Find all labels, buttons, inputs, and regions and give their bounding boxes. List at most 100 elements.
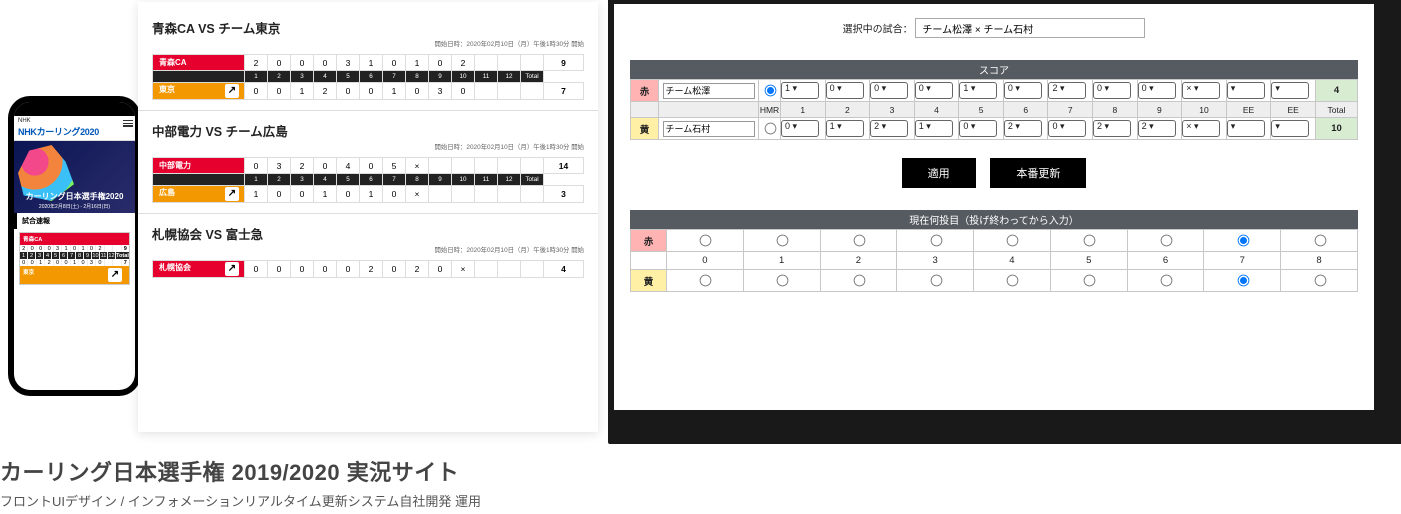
throw-number: 8 (1281, 252, 1358, 270)
score-select[interactable]: ▾ (1227, 120, 1265, 137)
throw-yellow-radio[interactable] (700, 275, 712, 287)
throw-red-radio[interactable] (854, 235, 866, 247)
game-title: 札幌協会 VS 富士急 (152, 224, 584, 243)
game-card: 札幌協会 VS 富士急開始日時：2020年02月10日（月）午後1時30分 開始… (152, 224, 584, 278)
desktop-score-panel: 青森CA VS チーム東京開始日時：2020年02月10日（月）午後1時30分 … (138, 2, 598, 432)
game-card: 青森CA VS チーム東京開始日時：2020年02月10日（月）午後1時30分 … (152, 18, 584, 100)
throw-yellow-radio[interactable] (1314, 275, 1326, 287)
end-label: 8 (1093, 102, 1138, 118)
end-label: Total (1316, 102, 1358, 118)
arrow-icon[interactable]: ↗ (108, 268, 122, 282)
score-select[interactable]: 0 ▾ (915, 82, 953, 99)
throw-red-radio[interactable] (700, 235, 712, 247)
team-name-input[interactable] (663, 121, 755, 137)
throw-yellow-radio[interactable] (1161, 275, 1173, 287)
end-label: 4 (914, 102, 959, 118)
hmr-radio[interactable] (765, 85, 777, 97)
throw-number: 5 (1050, 252, 1127, 270)
phone-nhk-small: NHK (18, 118, 131, 124)
team-name-input[interactable] (663, 83, 755, 99)
score-select[interactable]: × ▾ (1182, 120, 1220, 137)
score-section-header: スコア (630, 60, 1358, 79)
score-select[interactable]: 0 ▾ (826, 82, 864, 99)
throw-red-radio[interactable] (930, 235, 942, 247)
score-select[interactable]: 1 ▾ (959, 82, 997, 99)
throw-yellow-radio[interactable] (1084, 275, 1096, 287)
arrow-icon[interactable]: ↗ (225, 187, 239, 201)
phone-team-a: 青森CA (20, 233, 129, 245)
end-label: 5 (959, 102, 1004, 118)
throw-red-radio[interactable] (1007, 235, 1019, 247)
score-select[interactable]: 1 ▾ (826, 120, 864, 137)
throw-red-radio[interactable] (1237, 235, 1249, 247)
throw-yellow-radio[interactable] (854, 275, 866, 287)
end-label: 3 (870, 102, 915, 118)
score-select[interactable]: 0 ▾ (781, 120, 819, 137)
score-table: 札幌協会↗000002020×4 (152, 260, 584, 278)
throw-yellow-radio[interactable] (1237, 275, 1249, 287)
score-select[interactable]: 0 ▾ (870, 82, 908, 99)
throw-red-label: 赤 (631, 230, 667, 252)
color-label: 黄 (631, 118, 659, 140)
game-title: 青森CA VS チーム東京 (152, 18, 584, 37)
hmr-radio[interactable] (765, 123, 777, 135)
throw-yellow-radio[interactable] (1007, 275, 1019, 287)
color-label: 赤 (631, 80, 659, 102)
selected-game-label: 選択中の試合： (843, 25, 913, 36)
admin-panel-wrapper: 選択中の試合： スコア 赤1 ▾0 ▾0 ▾0 ▾1 ▾0 ▾2 ▾0 ▾0 ▾… (614, 4, 1398, 434)
score-select[interactable]: 0 ▾ (1048, 120, 1086, 137)
game-title: 中部電力 VS チーム広島 (152, 121, 584, 140)
end-label: 9 (1137, 102, 1182, 118)
score-select[interactable]: × ▾ (1182, 82, 1220, 99)
phone-team-b: 東京 ↗ (20, 266, 129, 284)
phone-hero-title: カーリング日本選手権2020 (26, 192, 124, 201)
throw-number: 1 (743, 252, 820, 270)
throw-yellow-radio[interactable] (930, 275, 942, 287)
phone-score-card[interactable]: 青森CA 20003101029 123456789101112Total 00… (19, 232, 130, 285)
score-select[interactable]: 1 ▾ (781, 82, 819, 99)
score-select[interactable]: 2 ▾ (1093, 120, 1131, 137)
admin-score-table: 赤1 ▾0 ▾0 ▾0 ▾1 ▾0 ▾2 ▾0 ▾0 ▾× ▾ ▾ ▾4 HMR… (630, 79, 1358, 140)
end-label: EE (1271, 102, 1316, 118)
throw-table: 赤 012345678 黄 (630, 229, 1358, 292)
phone-section-heading: 試合速報 (14, 213, 135, 229)
end-label: 7 (1048, 102, 1093, 118)
throw-red-radio[interactable] (1314, 235, 1326, 247)
score-select[interactable]: 2 ▾ (1138, 120, 1176, 137)
arrow-icon[interactable]: ↗ (225, 262, 239, 276)
score-table: 中部電力0320405×14123456789101112Total広島↗100… (152, 157, 584, 203)
publish-button[interactable]: 本番更新 (990, 158, 1086, 188)
score-select[interactable]: 0 ▾ (1138, 82, 1176, 99)
score-select[interactable]: 1 ▾ (915, 120, 953, 137)
end-label: EE (1226, 102, 1271, 118)
score-select[interactable]: 0 ▾ (959, 120, 997, 137)
score-select[interactable]: 2 ▾ (1004, 120, 1042, 137)
score-select[interactable]: 0 ▾ (1004, 82, 1042, 99)
score-select[interactable]: 0 ▾ (1093, 82, 1131, 99)
phone-hero-dates: 2020年2月8日(土) - 2月16日(日) (39, 204, 110, 210)
score-select[interactable]: 2 ▾ (1048, 82, 1086, 99)
throw-red-radio[interactable] (1161, 235, 1173, 247)
phone-row-b: 00120010307 (20, 259, 129, 266)
hamburger-icon[interactable] (123, 120, 133, 130)
throw-yellow-radio[interactable] (777, 275, 789, 287)
throw-number: 4 (974, 252, 1051, 270)
apply-button[interactable]: 適用 (902, 158, 976, 188)
phone-row-a: 20003101029 (20, 245, 129, 252)
total-red: 4 (1316, 80, 1358, 102)
throw-number: 0 (667, 252, 744, 270)
end-label: 2 (825, 102, 870, 118)
score-select[interactable]: ▾ (1271, 82, 1309, 99)
throw-red-radio[interactable] (1084, 235, 1096, 247)
score-select[interactable]: ▾ (1271, 120, 1309, 137)
score-select[interactable]: ▾ (1227, 82, 1265, 99)
game-date: 開始日時：2020年02月10日（月）午後1時30分 開始 (152, 39, 584, 48)
throw-red-radio[interactable] (777, 235, 789, 247)
hmr-label: HMR (759, 102, 781, 118)
admin-panel: 選択中の試合： スコア 赤1 ▾0 ▾0 ▾0 ▾1 ▾0 ▾2 ▾0 ▾0 ▾… (614, 4, 1374, 410)
caption-block: カーリング日本選手権 2019/2020 実況サイト フロントUIデザイン / … (0, 455, 481, 510)
selected-game-input[interactable] (915, 18, 1145, 38)
score-select[interactable]: 2 ▾ (870, 120, 908, 137)
phone-mock: NHK NHKカーリング2020 カーリング日本選手権2020 2020年2月8… (8, 96, 141, 396)
arrow-icon[interactable]: ↗ (225, 84, 239, 98)
